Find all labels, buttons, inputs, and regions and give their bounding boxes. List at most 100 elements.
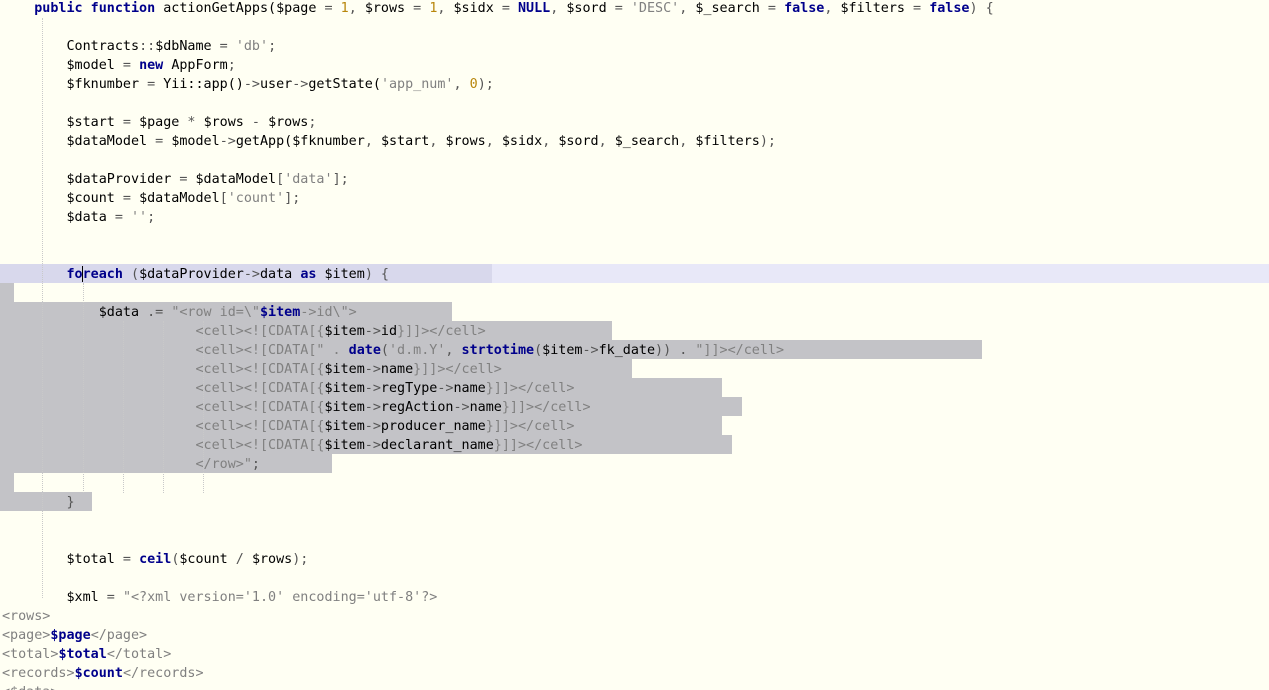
code-token: data [260, 267, 301, 282]
code-token: ( [380, 343, 389, 358]
code-token: :: [139, 39, 156, 54]
code-token: <rows> [2, 609, 51, 624]
selection [0, 473, 14, 492]
code-token: <cell><![CDATA[" . [2, 343, 349, 358]
code-line[interactable]: <$data> [2, 683, 58, 690]
code-token: $data [2, 305, 140, 320]
code-token: $sord [558, 134, 599, 149]
code-token: 'db' [235, 39, 269, 54]
code-token: $dbName [155, 39, 212, 54]
code-token: </row>" [2, 457, 252, 472]
code-token: }]]></cell> [413, 362, 502, 377]
code-line[interactable]: <cell><![CDATA[{$item->producer_name}]]>… [2, 417, 574, 436]
code-token: false [929, 1, 970, 16]
code-token: $dataModel [195, 172, 277, 187]
code-token: -> [453, 400, 470, 415]
code-token: $fknumber [292, 134, 365, 149]
code-token: / [227, 552, 252, 567]
code-line[interactable]: $xml = "<?xml version='1.0' encoding='ut… [2, 588, 437, 607]
code-token: Contracts [2, 39, 140, 54]
code-token: 'd.m.Y' [388, 343, 446, 358]
code-token: id [380, 324, 398, 339]
code-token: , [429, 134, 446, 149]
code-line[interactable]: <records>$count</records> [2, 664, 204, 683]
code-line[interactable]: Contracts::$dbName = 'db'; [2, 37, 276, 56]
code-token: $fknumber [2, 77, 140, 92]
code-token: }]]></cell> [485, 381, 575, 396]
code-token: = [493, 1, 518, 16]
code-line[interactable]: <cell><![CDATA[{$item->regAction->name}]… [2, 398, 591, 417]
code-token: [ [276, 172, 285, 187]
code-line[interactable]: foreach ($dataProvider->data as $item) { [2, 265, 389, 284]
code-token: $dataProvider [2, 172, 172, 187]
code-token: , [824, 1, 841, 16]
code-token: $item [324, 267, 365, 282]
code-token: <cell><![CDATA[{ [2, 438, 325, 453]
code-line[interactable]: <total>$total</total> [2, 645, 171, 664]
code-line[interactable]: <rows> [2, 607, 50, 626]
code-token: $_search [695, 1, 760, 16]
code-token: -> [437, 381, 454, 396]
code-line[interactable]: $fknumber = Yii::app()->user->getState('… [2, 75, 494, 94]
code-token: <total> [2, 647, 59, 662]
code-token: <cell><![CDATA[{ [2, 381, 325, 396]
code-token: name [380, 362, 414, 377]
code-token: </records> [122, 666, 204, 681]
code-line[interactable]: </row>"; [2, 455, 260, 474]
code-token: $sidx [501, 134, 543, 149]
code-token: "<row id=\" [171, 305, 260, 320]
code-token: , [348, 1, 365, 16]
code-token: ); [759, 134, 776, 149]
code-token: = [905, 1, 930, 16]
code-line[interactable]: $dataProvider = $dataModel['data']; [2, 170, 348, 189]
code-token: 0 [469, 77, 478, 92]
code-token: $xml [2, 590, 99, 605]
code-line[interactable]: $data = ''; [2, 208, 155, 227]
code-token: producer_name [380, 419, 486, 434]
code-token: ); [477, 77, 494, 92]
code-token: .= [139, 305, 172, 320]
code-token: $filters [840, 1, 906, 16]
code-token: }]]></cell> [485, 419, 575, 434]
code-token: regType [380, 381, 438, 396]
code-token: }]]></cell> [501, 400, 591, 415]
code-token: -> [364, 324, 381, 339]
code-token: $rows [203, 115, 244, 130]
code-token: , [542, 134, 559, 149]
code-token: , [679, 134, 696, 149]
code-token: $item [324, 400, 365, 415]
code-token: '' [131, 210, 148, 225]
code-editor[interactable]: public function actionGetApps($page = 1,… [0, 0, 1269, 690]
code-line[interactable]: <cell><![CDATA[{$item->name}]]></cell> [2, 360, 502, 379]
code-token: $page [50, 628, 91, 643]
code-line[interactable]: } [2, 493, 74, 512]
code-line[interactable]: $data .= "<row id=\"$item->id\"> [2, 303, 357, 322]
code-line[interactable]: <cell><![CDATA[{$item->id}]]></cell> [2, 322, 485, 341]
code-line[interactable]: <cell><![CDATA[" . date('d.m.Y', strtoti… [2, 341, 784, 360]
code-token: ( [122, 267, 140, 282]
code-token: = [106, 210, 131, 225]
code-line[interactable]: $total = ceil($count / $rows); [2, 550, 308, 569]
code-line[interactable]: $start = $page * $rows - $rows; [2, 113, 316, 132]
code-token: $dataProvider [139, 267, 244, 282]
code-token: fk_date [598, 343, 656, 358]
code-line[interactable]: <page>$page</page> [2, 626, 147, 645]
code-token: 'count' [227, 191, 285, 206]
code-token: Yii::app() [163, 77, 244, 92]
code-line[interactable]: <cell><![CDATA[{$item->regType->name}]]>… [2, 379, 574, 398]
code-token: )) . [655, 343, 696, 358]
code-token: $rows [445, 134, 486, 149]
code-token: <$data> [2, 685, 58, 690]
code-token: 1 [340, 1, 349, 16]
code-line[interactable]: $dataModel = $model->getApp($fknumber, $… [2, 132, 776, 151]
code-line[interactable]: public function actionGetApps($page = 1,… [2, 0, 993, 18]
code-line[interactable]: $model = new AppForm; [2, 56, 235, 75]
code-token: user [260, 77, 293, 92]
code-line[interactable]: <cell><![CDATA[{$item->declarant_name}]]… [2, 436, 582, 455]
code-token: -> [364, 362, 381, 377]
code-token: $item [324, 324, 365, 339]
code-line[interactable]: $count = $dataModel['count']; [2, 189, 300, 208]
code-token: ; [308, 115, 317, 130]
code-token: , [550, 1, 567, 16]
code-token: = [98, 590, 123, 605]
